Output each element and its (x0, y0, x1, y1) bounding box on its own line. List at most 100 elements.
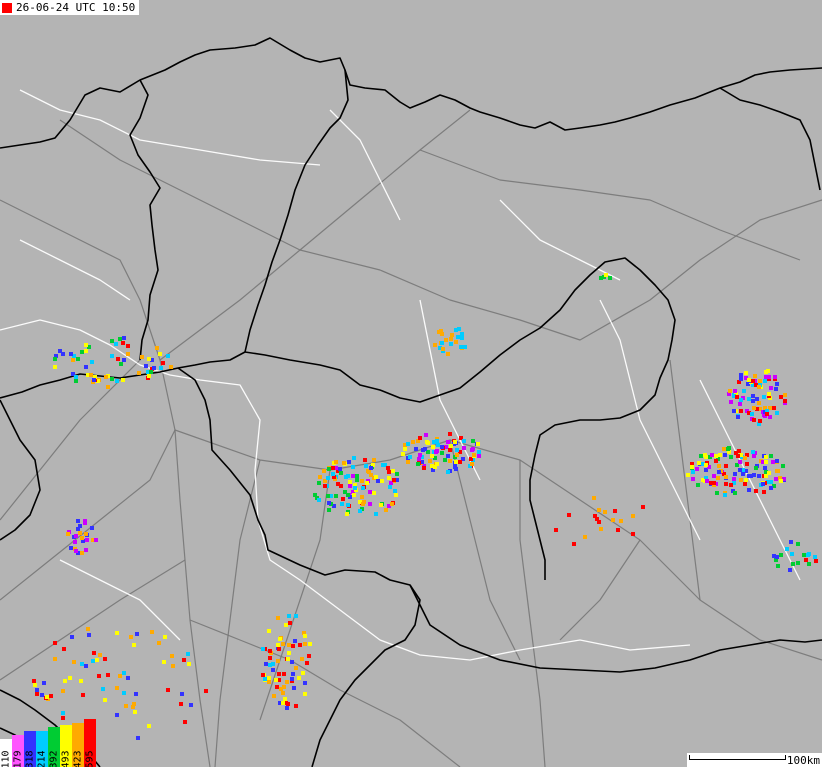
river-line (257, 519, 691, 661)
lightning-strike-marker (762, 490, 766, 494)
road-line (449, 439, 521, 661)
lightning-strike-marker (739, 398, 743, 402)
lightning-strike-marker (722, 447, 726, 451)
road-line (59, 119, 301, 251)
lightning-strike-marker (776, 564, 780, 568)
lightning-strike-marker (752, 406, 756, 410)
lightning-strike-marker (631, 532, 635, 536)
road-line (189, 619, 461, 767)
lightning-strike-marker (119, 362, 123, 366)
river-line (499, 199, 621, 281)
lightning-strike-marker (287, 614, 291, 618)
lightning-strike-marker (751, 394, 755, 398)
river-line (19, 239, 131, 301)
lightning-strike-marker (180, 692, 184, 696)
map-canvas[interactable] (0, 0, 822, 767)
lightning-strike-marker (433, 343, 437, 347)
lightning-strike-marker (86, 627, 90, 631)
lightning-strike-marker (772, 406, 776, 410)
lightning-strike-marker (135, 632, 139, 636)
lightning-strike-marker (710, 453, 714, 457)
lightning-strike-marker (353, 486, 357, 490)
lightning-strike-marker (92, 651, 96, 655)
lightning-strike-marker (284, 623, 288, 627)
lightning-strike-marker (779, 479, 783, 483)
lightning-strike-marker (755, 397, 759, 401)
lightning-strike-marker (134, 692, 138, 696)
lightning-strike-marker (290, 677, 294, 681)
lightning-strike-marker (773, 375, 777, 379)
lightning-strike-marker (352, 493, 356, 497)
border-line (244, 257, 676, 580)
lightning-strike-marker (641, 505, 645, 509)
lightning-strike-marker (360, 479, 364, 483)
lightning-strike-marker (757, 385, 761, 389)
lightning-strike-marker (769, 386, 773, 390)
lightning-strike-marker (62, 647, 66, 651)
lightning-strike-marker (704, 463, 708, 467)
lightning-strike-marker (764, 455, 768, 459)
lightning-strike-marker (712, 481, 716, 485)
lightning-strike-marker (761, 482, 765, 486)
border-line (0, 399, 41, 541)
lightning-strike-marker (76, 519, 80, 523)
lightning-strike-marker (446, 454, 450, 458)
lightning-strike-marker (271, 662, 275, 666)
lightning-strike-marker (84, 349, 88, 353)
lightning-strike-marker (422, 466, 426, 470)
lightning-strike-marker (334, 494, 338, 498)
lightning-strike-marker (611, 518, 615, 522)
lightning-strike-marker (81, 693, 85, 697)
lightning-strike-marker (775, 411, 779, 415)
lightning-strike-marker (418, 453, 422, 457)
lightning-strike-marker (53, 365, 57, 369)
lightning-strike-marker (697, 461, 701, 465)
lightning-strike-marker (813, 555, 817, 559)
lightning-strike-marker (619, 519, 623, 523)
lightning-strike-marker (78, 531, 82, 535)
lightning-strike-marker (758, 379, 762, 383)
lightning-strike-marker (170, 654, 174, 658)
lightning-strike-marker (122, 336, 126, 340)
lightning-strike-marker (163, 635, 167, 639)
road-line (299, 199, 822, 341)
lightning-strike-marker (61, 689, 65, 693)
lightning-strike-marker (384, 508, 388, 512)
lightning-strike-marker (110, 354, 114, 358)
lightning-strike-marker (372, 491, 376, 495)
lightning-strike-marker (361, 502, 365, 506)
lightning-strike-marker (807, 552, 811, 556)
lightning-strike-marker (724, 464, 728, 468)
lightning-strike-marker (406, 442, 410, 446)
lightning-strike-marker (307, 654, 311, 658)
lightning-strike-marker (276, 643, 280, 647)
lightning-strike-marker (744, 478, 748, 482)
lightning-strike-marker (285, 706, 289, 710)
lightning-strike-marker (460, 332, 464, 336)
lightning-strike-marker (35, 688, 39, 692)
lightning-strike-marker (715, 491, 719, 495)
lightning-strike-marker (691, 477, 695, 481)
lightning-strike-marker (747, 488, 751, 492)
lightning-strike-marker (49, 694, 53, 698)
lightning-strike-marker (390, 502, 394, 506)
lightning-strike-marker (421, 448, 425, 452)
lightning-strike-marker (91, 659, 95, 663)
lightning-strike-marker (84, 548, 88, 552)
lightning-strike-marker (751, 399, 755, 403)
lightning-strike-marker (814, 559, 818, 563)
road-line (0, 429, 176, 601)
lightning-strike-marker (608, 276, 612, 280)
lightning-strike-marker (83, 521, 87, 525)
lightning-strike-marker (376, 479, 380, 483)
lightning-strike-marker (115, 379, 119, 383)
lightning-strike-marker (282, 672, 286, 676)
lightning-strike-marker (593, 514, 597, 518)
lightning-strike-marker (739, 373, 743, 377)
lightning-strike-marker (391, 469, 395, 473)
lightning-strike-marker (446, 470, 450, 474)
lightning-strike-marker (425, 440, 429, 444)
lightning-strike-marker (340, 502, 344, 506)
lightning-strike-marker (380, 479, 384, 483)
lightning-strike-marker (355, 478, 359, 482)
